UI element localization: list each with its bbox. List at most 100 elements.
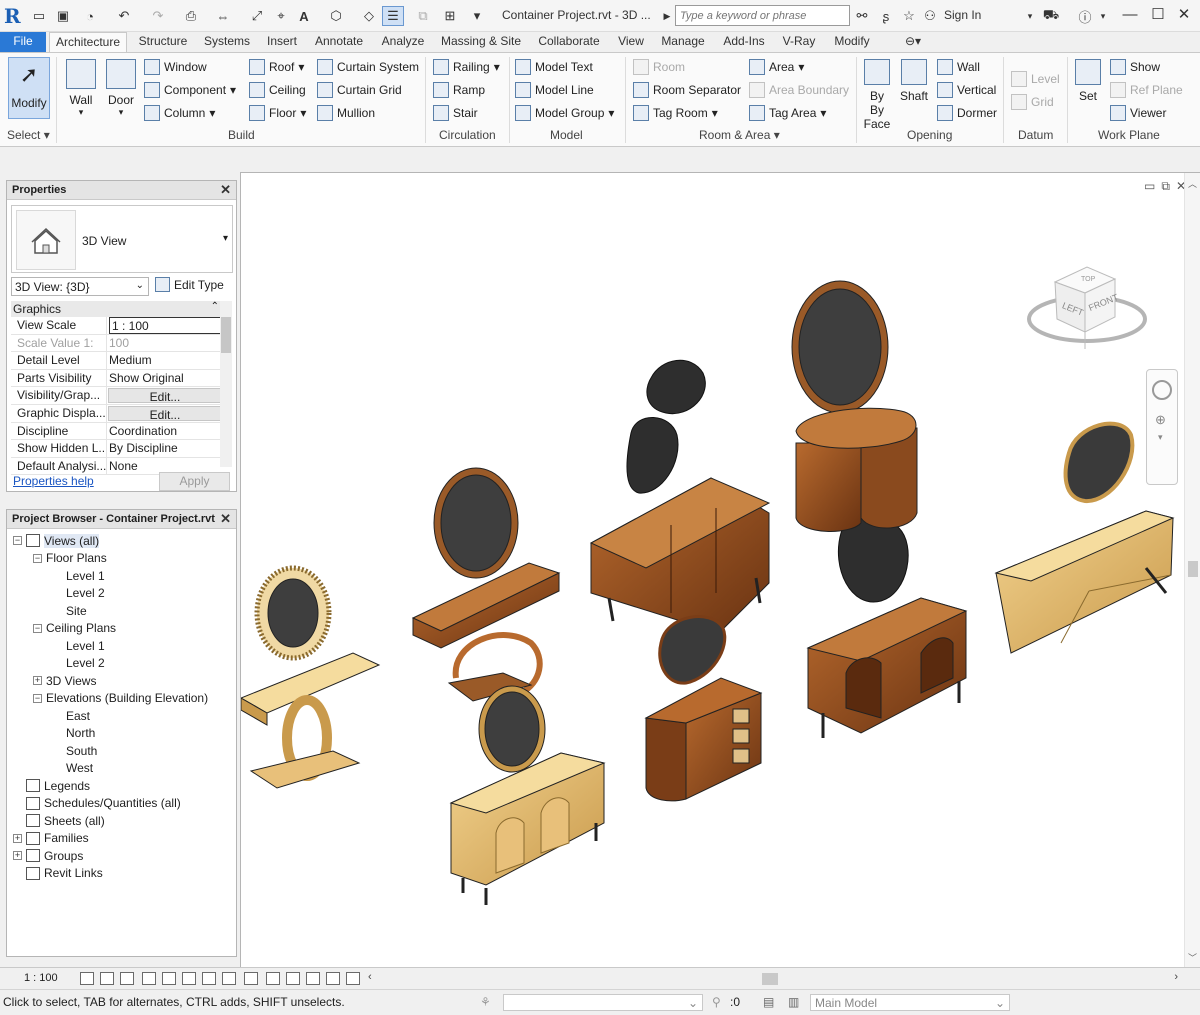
browser-node[interactable]: Level 2 xyxy=(53,585,105,602)
ceiling-button[interactable]: Ceiling xyxy=(249,82,306,98)
analytical-model-icon[interactable] xyxy=(306,972,320,985)
sign-in-link[interactable]: Sign In xyxy=(944,8,981,22)
thin-lines-icon[interactable]: ☰ xyxy=(382,6,404,26)
temporary-view-properties-icon[interactable] xyxy=(286,972,300,985)
render-icon[interactable] xyxy=(162,972,176,985)
scroll-left-icon[interactable]: ‹ xyxy=(368,971,372,983)
tab-analyze[interactable]: Analyze xyxy=(376,32,430,52)
tag-icon[interactable]: ⌖ xyxy=(272,6,290,26)
window-button[interactable]: Window xyxy=(144,59,207,75)
filter-icon[interactable]: ⚲ xyxy=(712,995,721,1009)
collapse-icon[interactable]: − xyxy=(33,623,42,633)
tab-insert[interactable]: Insert xyxy=(262,32,302,52)
vertical-opening-button[interactable]: Vertical xyxy=(937,82,996,98)
fluted-drawer-cabinet[interactable] xyxy=(644,677,763,802)
default-3d-view-icon[interactable]: ⬡ xyxy=(326,6,346,26)
steering-wheel-icon[interactable] xyxy=(1152,380,1172,400)
browser-node[interactable]: Level 2 xyxy=(53,655,105,672)
mullion-button[interactable]: Mullion xyxy=(317,105,375,121)
console-table-arch[interactable] xyxy=(411,467,561,702)
browser-node[interactable]: North xyxy=(53,725,95,742)
close-icon[interactable]: ✕ xyxy=(220,182,231,198)
user-icon[interactable]: ⚇ xyxy=(922,6,938,26)
properties-help-link[interactable]: Properties help xyxy=(13,474,94,488)
unlock-3d-view-icon[interactable] xyxy=(222,972,236,985)
close-icon[interactable]: ✕ xyxy=(220,511,231,527)
set-work-plane-button[interactable]: Set xyxy=(1072,59,1104,103)
sunburst-mirror[interactable] xyxy=(254,565,332,661)
crop-view-icon[interactable] xyxy=(182,972,196,985)
wall-opening-button[interactable]: Wall xyxy=(937,59,980,75)
browser-node[interactable]: Site xyxy=(53,602,87,619)
model-group-button[interactable]: Model Group ▾ xyxy=(515,105,614,121)
wall-button[interactable]: Wall ▾ xyxy=(62,59,100,118)
design-option-dropdown[interactable]: Main Model ⌄ xyxy=(810,994,1010,1011)
search-input[interactable] xyxy=(675,5,850,26)
scroll-up-icon[interactable]: ︿ xyxy=(1188,177,1197,190)
model-line-button[interactable]: Model Line xyxy=(515,82,594,98)
ramp-button[interactable]: Ramp xyxy=(433,82,485,98)
zoom-region-icon[interactable]: ⊕ xyxy=(1155,412,1166,428)
expand-icon[interactable]: + xyxy=(13,833,22,843)
binoculars-icon[interactable]: ⚯ xyxy=(852,6,872,26)
curtain-system-button[interactable]: Curtain System xyxy=(317,59,419,75)
expand-icon[interactable]: + xyxy=(13,851,22,860)
sync-icon[interactable]: ◔ xyxy=(78,6,102,26)
curtain-grid-button[interactable]: Curtain Grid xyxy=(317,82,402,98)
tab-view[interactable]: View xyxy=(614,32,648,52)
minimize-icon[interactable]: ▭ xyxy=(1144,179,1155,194)
browser-node[interactable]: + Families xyxy=(13,830,89,847)
reveal-constraints-icon[interactable] xyxy=(346,972,360,985)
tab-annotate[interactable]: Annotate xyxy=(310,32,368,52)
small-round-mirror[interactable] xyxy=(478,685,546,773)
view-scale-button[interactable]: 1 : 100 xyxy=(24,972,58,984)
shadows-icon[interactable] xyxy=(142,972,156,985)
tag-area-button[interactable]: Tag Area ▾ xyxy=(749,105,826,121)
show-work-plane-button[interactable]: Show xyxy=(1110,59,1160,75)
room-separator-button[interactable]: Room Separator xyxy=(633,82,741,98)
component-button[interactable]: Component ▾ xyxy=(144,82,236,98)
reveal-hidden-icon[interactable] xyxy=(266,972,280,985)
collapse-icon[interactable]: − xyxy=(33,693,42,703)
level-button[interactable]: Level xyxy=(1011,71,1060,87)
tab-massing-site[interactable]: Massing & Site xyxy=(438,32,524,52)
tab-manage[interactable]: Manage xyxy=(656,32,710,52)
stair-button[interactable]: Stair xyxy=(433,105,478,121)
model-text-button[interactable]: Model Text xyxy=(515,59,593,75)
area-boundary-button[interactable]: Area Boundary xyxy=(749,82,849,98)
undo-icon[interactable]: ↶ xyxy=(112,6,136,26)
collapse-icon[interactable]: − xyxy=(33,553,42,563)
print-icon[interactable]: ⎙ xyxy=(182,6,200,26)
tab-add-ins[interactable]: Add-Ins xyxy=(718,32,770,52)
scrollbar-thumb[interactable] xyxy=(762,973,778,985)
redo-icon[interactable]: ↷ xyxy=(146,6,170,26)
parts-visibility-value[interactable]: Show Original xyxy=(107,370,223,387)
section-icon[interactable]: ◇ xyxy=(360,6,378,26)
teardrop-mirror[interactable] xyxy=(658,615,727,685)
detail-level-value[interactable]: Medium xyxy=(107,352,223,369)
round-mirror-large[interactable] xyxy=(791,280,889,414)
browser-node[interactable]: Level 1 xyxy=(53,567,105,584)
browser-node[interactable]: Level 1 xyxy=(53,637,105,654)
expand-icon[interactable]: + xyxy=(33,676,42,685)
browser-node[interactable]: − Views (all) xyxy=(13,532,100,549)
browser-node[interactable]: Legends xyxy=(13,777,90,794)
close-icon[interactable]: ✕ xyxy=(1172,4,1196,26)
collapse-icon[interactable]: − xyxy=(13,536,22,545)
browser-node[interactable]: Sheets (all) xyxy=(13,812,105,829)
vertical-scrollbar[interactable]: ︿ ﹀ xyxy=(1184,173,1200,968)
design-options-icon[interactable]: ▥ xyxy=(788,995,799,1009)
scroll-down-icon[interactable]: ﹀ xyxy=(1188,951,1197,964)
view-cube[interactable]: TOP LEFT FRONT xyxy=(1025,257,1155,357)
discipline-value[interactable]: Coordination xyxy=(107,423,223,440)
room-button[interactable]: Room xyxy=(633,59,685,75)
browser-node[interactable]: +3D Views xyxy=(33,672,96,689)
panel-label-select[interactable]: Select ▾ xyxy=(7,128,50,142)
group-header-graphics[interactable]: Graphics ⌃ xyxy=(11,301,223,317)
area-button[interactable]: Area ▾ xyxy=(749,59,804,75)
text-icon[interactable]: A xyxy=(296,6,312,26)
light-arched-sideboard[interactable] xyxy=(449,752,606,905)
chevron-down-icon[interactable]: ▾ xyxy=(223,233,228,244)
column-button[interactable]: Column ▾ xyxy=(144,105,215,121)
customize-qat-icon[interactable]: ▾ xyxy=(470,6,484,26)
